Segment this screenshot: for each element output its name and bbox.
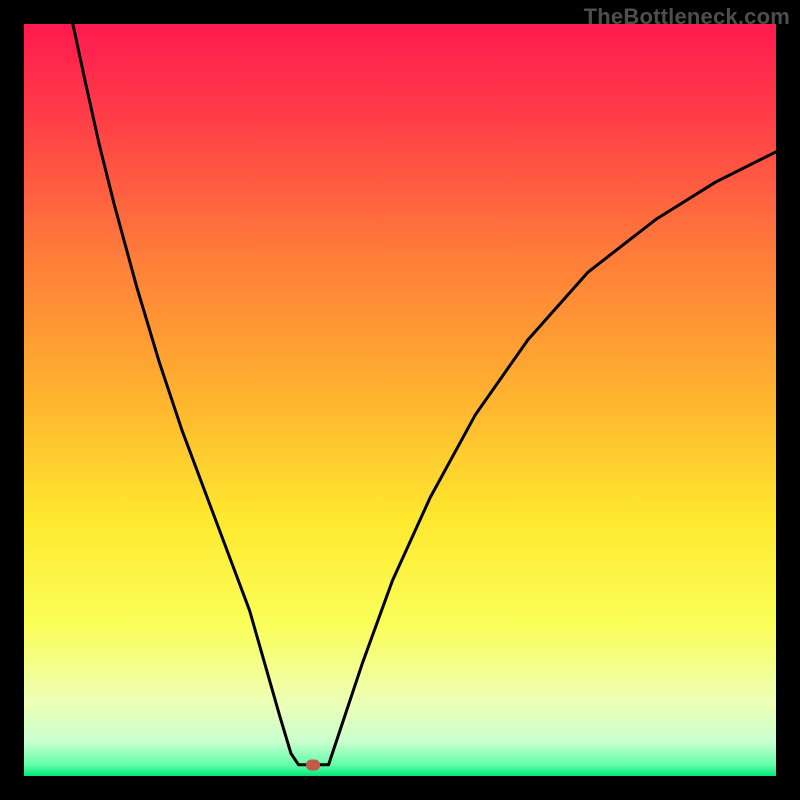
bottleneck-curve — [24, 24, 776, 776]
plot-area — [24, 24, 776, 776]
optimum-marker — [306, 759, 320, 770]
chart-frame: TheBottleneck.com — [0, 0, 800, 800]
